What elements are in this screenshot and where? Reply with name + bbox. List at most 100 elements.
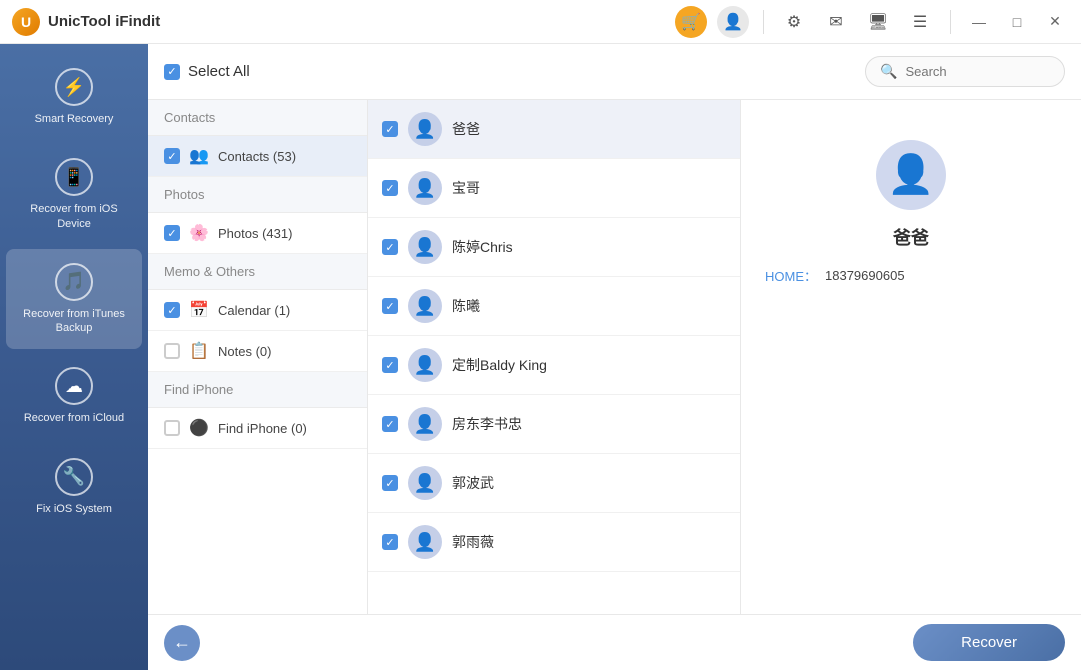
- sidebar-label-recover-ios: Recover from iOS Device: [14, 202, 134, 231]
- smart-recovery-icon: ⚡: [55, 68, 93, 106]
- search-box[interactable]: 🔍: [865, 56, 1065, 87]
- contact-avatar-7: 👤: [408, 466, 442, 500]
- section-header-find-iphone: Find iPhone: [148, 372, 367, 408]
- contact-avatar-2: 👤: [408, 171, 442, 205]
- detail-phone-value: 18379690605: [825, 268, 905, 283]
- menu-icon[interactable]: ☰: [904, 6, 936, 38]
- contact-name-6: 房东李书忠: [452, 414, 522, 434]
- contact-avatar-4: 👤: [408, 289, 442, 323]
- contact-checkbox-1[interactable]: ✓: [382, 121, 398, 137]
- notes-checkbox[interactable]: [164, 343, 180, 359]
- section-header-contacts: Contacts: [148, 100, 367, 136]
- contact-name-4: 陈曦: [452, 296, 480, 316]
- back-button[interactable]: ←: [164, 625, 200, 661]
- search-input[interactable]: [905, 64, 1045, 79]
- contacts-label: Contacts (53): [218, 149, 351, 164]
- sidebar-item-smart-recovery[interactable]: ⚡ Smart Recovery: [6, 54, 142, 140]
- photos-checkbox[interactable]: ✓: [164, 225, 180, 241]
- contact-item-7[interactable]: ✓ 👤 郭波武: [368, 454, 740, 513]
- contact-checkbox-6[interactable]: ✓: [382, 416, 398, 432]
- section-header-photos: Photos: [148, 177, 367, 213]
- recover-itunes-icon: 🎵: [55, 263, 93, 301]
- contact-item-6[interactable]: ✓ 👤 房东李书忠: [368, 395, 740, 454]
- top-bar: ✓ Select All 🔍: [148, 44, 1081, 100]
- sidebar-item-recover-itunes[interactable]: 🎵 Recover from iTunes Backup: [6, 249, 142, 350]
- settings-icon[interactable]: ⚙: [778, 6, 810, 38]
- contact-item-2[interactable]: ✓ 👤 宝哥: [368, 159, 740, 218]
- contact-item-1[interactable]: ✓ 👤 爸爸: [368, 100, 740, 159]
- contact-list: ✓ 👤 爸爸 ✓ 👤 宝哥 ✓ 👤 陈婷Chris ✓ 👤 陈曦: [368, 100, 741, 614]
- contact-name-3: 陈婷Chris: [452, 237, 513, 257]
- detail-panel: 👤 爸爸 HOME： 18379690605: [741, 100, 1081, 614]
- contact-checkbox-3[interactable]: ✓: [382, 239, 398, 255]
- shop-icon[interactable]: 🛒: [675, 6, 707, 38]
- divider2: [950, 10, 951, 34]
- search-icon: 🔍: [880, 63, 897, 80]
- detail-phone-row: HOME： 18379690605: [765, 266, 1057, 285]
- sidebar-item-fix-ios[interactable]: 🔧 Fix iOS System: [6, 444, 142, 530]
- divider: [763, 10, 764, 34]
- category-item-notes[interactable]: 📋 Notes (0): [148, 331, 367, 372]
- contact-avatar-6: 👤: [408, 407, 442, 441]
- bottom-bar: ← Recover: [148, 614, 1081, 670]
- contact-avatar-1: 👤: [408, 112, 442, 146]
- contacts-icon: 👥: [188, 146, 210, 166]
- photos-icon: 🌸: [188, 223, 210, 243]
- contact-avatar-5: 👤: [408, 348, 442, 382]
- back-icon: ←: [173, 632, 191, 653]
- category-item-photos[interactable]: ✓ 🌸 Photos (431): [148, 213, 367, 254]
- sidebar-item-recover-ios[interactable]: 📱 Recover from iOS Device: [6, 144, 142, 245]
- close-button[interactable]: ✕: [1041, 8, 1069, 36]
- calendar-checkbox[interactable]: ✓: [164, 302, 180, 318]
- category-panel: Contacts ✓ 👥 Contacts (53) Photos ✓ 🌸 Ph…: [148, 100, 368, 614]
- calendar-label: Calendar (1): [218, 303, 351, 318]
- notes-icon: 📋: [188, 341, 210, 361]
- titlebar-icons: 🛒 👤 ⚙ ✉ 🖥 ☰ — □ ✕: [675, 6, 1069, 38]
- find-iphone-icon: ⚫: [188, 418, 210, 438]
- category-item-contacts[interactable]: ✓ 👥 Contacts (53): [148, 136, 367, 177]
- sidebar-label-recover-icloud: Recover from iCloud: [24, 411, 124, 425]
- sidebar-label-fix-ios: Fix iOS System: [36, 502, 112, 516]
- contact-checkbox-4[interactable]: ✓: [382, 298, 398, 314]
- calendar-icon: 📅: [188, 300, 210, 320]
- contact-name-2: 宝哥: [452, 178, 480, 198]
- find-iphone-checkbox[interactable]: [164, 420, 180, 436]
- logo-icon: U: [12, 8, 40, 36]
- photos-label: Photos (431): [218, 226, 351, 241]
- minimize-button[interactable]: —: [965, 8, 993, 36]
- main-content: ✓ Select All 🔍 Contacts ✓ 👥 Contacts (53…: [148, 44, 1081, 670]
- fix-ios-icon: 🔧: [55, 458, 93, 496]
- contact-checkbox-5[interactable]: ✓: [382, 357, 398, 373]
- account-icon[interactable]: 👤: [717, 6, 749, 38]
- contact-item-5[interactable]: ✓ 👤 定制Baldy King: [368, 336, 740, 395]
- contact-item-4[interactable]: ✓ 👤 陈曦: [368, 277, 740, 336]
- select-all-checkbox[interactable]: ✓ Select All: [164, 63, 250, 80]
- contact-avatar-3: 👤: [408, 230, 442, 264]
- contact-avatar-8: 👤: [408, 525, 442, 559]
- app-logo: U UnicTool iFindit: [12, 8, 160, 36]
- contact-name-1: 爸爸: [452, 119, 480, 139]
- select-all-checkbox-box[interactable]: ✓: [164, 64, 180, 80]
- sidebar-label-recover-itunes: Recover from iTunes Backup: [14, 307, 134, 336]
- screen-icon[interactable]: 🖥: [862, 6, 894, 38]
- maximize-button[interactable]: □: [1003, 8, 1031, 36]
- contacts-checkbox[interactable]: ✓: [164, 148, 180, 164]
- category-item-find-iphone[interactable]: ⚫ Find iPhone (0): [148, 408, 367, 449]
- sidebar-item-recover-icloud[interactable]: ☁ Recover from iCloud: [6, 353, 142, 439]
- sidebar-label-smart-recovery: Smart Recovery: [35, 112, 114, 126]
- notes-label: Notes (0): [218, 344, 351, 359]
- contact-checkbox-7[interactable]: ✓: [382, 475, 398, 491]
- recover-ios-icon: 📱: [55, 158, 93, 196]
- category-item-calendar[interactable]: ✓ 📅 Calendar (1): [148, 290, 367, 331]
- recover-button[interactable]: Recover: [913, 624, 1065, 661]
- contact-checkbox-8[interactable]: ✓: [382, 534, 398, 550]
- mail-icon[interactable]: ✉: [820, 6, 852, 38]
- app-body: ⚡ Smart Recovery 📱 Recover from iOS Devi…: [0, 44, 1081, 670]
- contact-item-8[interactable]: ✓ 👤 郭雨薇: [368, 513, 740, 572]
- title-bar: U UnicTool iFindit 🛒 👤 ⚙ ✉ 🖥 ☰ — □ ✕: [0, 0, 1081, 44]
- select-all-label: Select All: [188, 63, 250, 80]
- contact-name-7: 郭波武: [452, 473, 494, 493]
- contact-checkbox-2[interactable]: ✓: [382, 180, 398, 196]
- contact-item-3[interactable]: ✓ 👤 陈婷Chris: [368, 218, 740, 277]
- contact-name-5: 定制Baldy King: [452, 355, 547, 375]
